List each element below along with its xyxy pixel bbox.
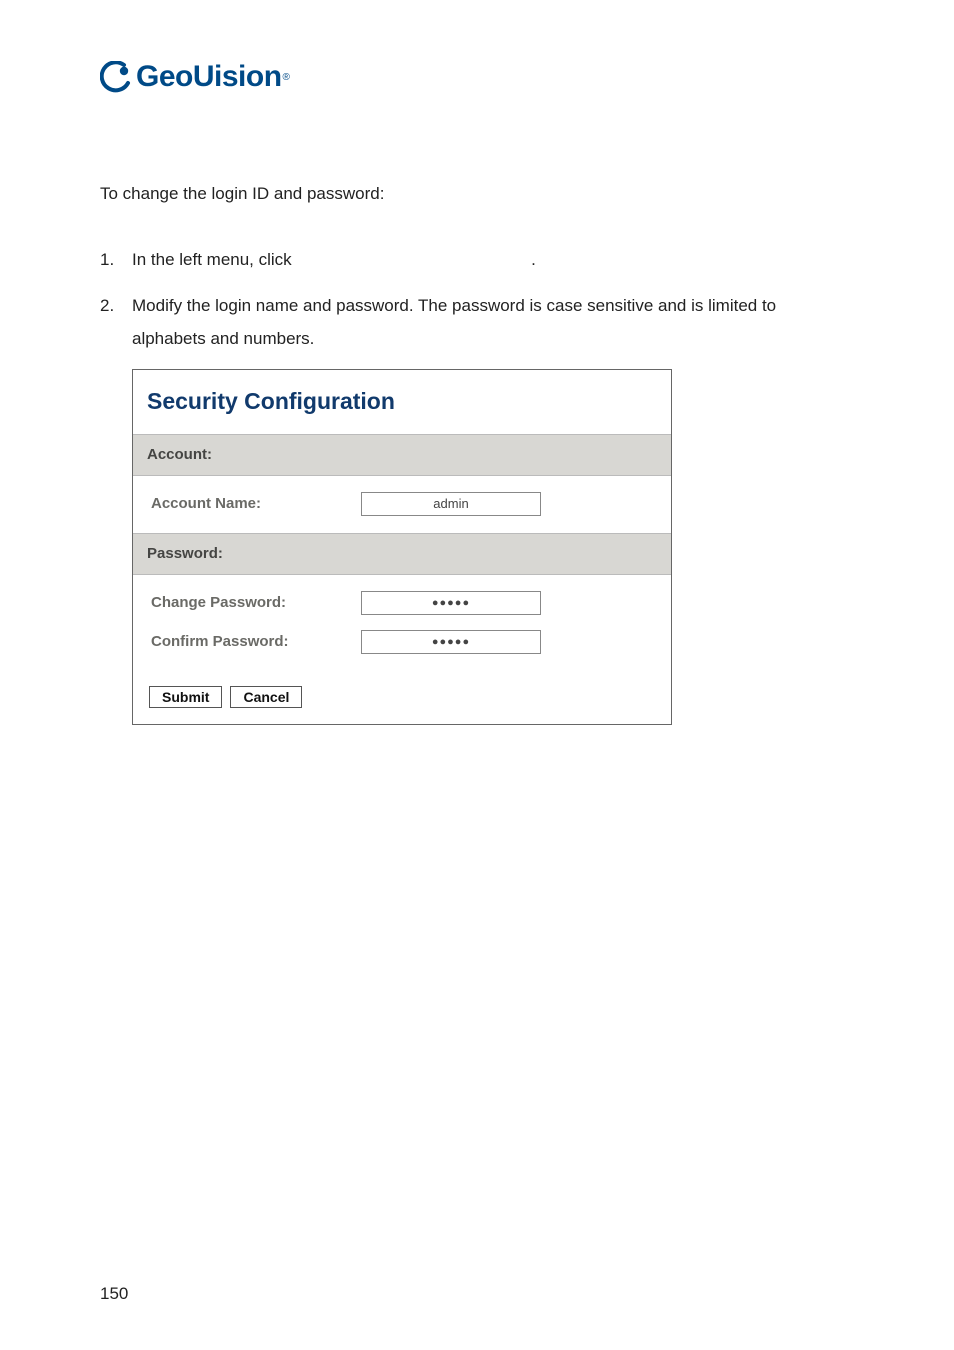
security-config-figure: Security Configuration Account: Account … <box>132 369 672 725</box>
change-password-label: Change Password: <box>151 589 361 618</box>
brand-logo-reg: ® <box>283 72 290 83</box>
step-1-number: 1. <box>100 244 132 276</box>
step-2-number: 2. <box>100 290 132 322</box>
figure-title: Security Configuration <box>133 370 671 434</box>
brand-logo-text: GeoUision <box>136 60 282 94</box>
account-name-input[interactable]: admin <box>361 492 541 516</box>
account-name-label: Account Name: <box>151 490 361 519</box>
change-password-input[interactable]: ●●●●● <box>361 591 541 615</box>
page-number: 150 <box>100 1284 128 1304</box>
step-2-text: Modify the login name and password. The … <box>132 290 854 355</box>
password-section-header: Password: <box>133 533 671 576</box>
brand-logo-icon <box>100 61 132 93</box>
brand-logo: GeoUision ® <box>100 60 854 94</box>
submit-button[interactable]: Submit <box>149 686 222 708</box>
confirm-password-input[interactable]: ●●●●● <box>361 630 541 654</box>
password-dots: ●●●●● <box>432 636 470 648</box>
intro-text: To change the login ID and password: <box>100 184 854 204</box>
step-2: 2. Modify the login name and password. T… <box>100 290 854 725</box>
cancel-button[interactable]: Cancel <box>230 686 302 708</box>
step-1-tail: . <box>531 250 536 269</box>
confirm-password-label: Confirm Password: <box>151 628 361 657</box>
account-section-header: Account: <box>133 434 671 477</box>
step-1: 1. In the left menu, click . <box>100 244 854 276</box>
password-dots: ●●●●● <box>432 597 470 609</box>
step-1-text: In the left menu, click <box>132 250 292 269</box>
